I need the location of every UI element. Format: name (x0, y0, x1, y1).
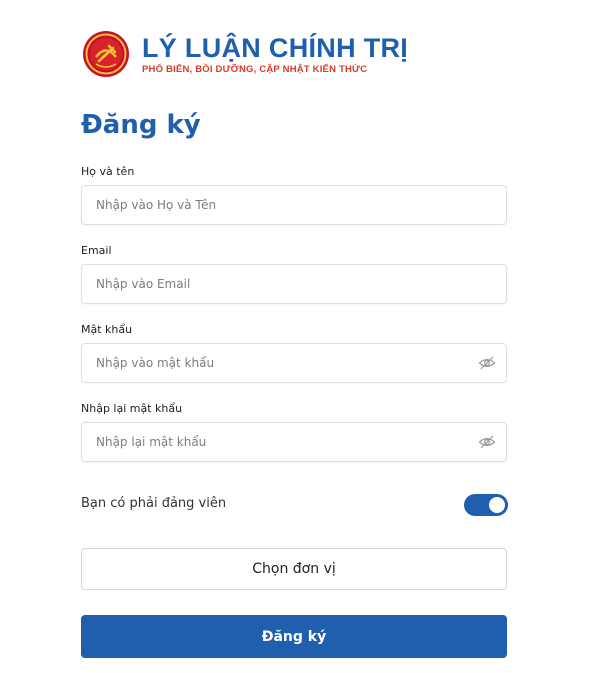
eye-off-icon[interactable] (478, 354, 496, 372)
toggle-knob (489, 497, 505, 513)
emblem-logo-icon (83, 31, 129, 77)
password-label: Mật khẩu (81, 323, 133, 336)
page-title: Đăng ký (81, 110, 201, 140)
brand-subtitle: PHỔ BIẾN, BỒI DƯỠNG, CẬP NHẬT KIẾN THỨC (142, 64, 368, 75)
email-input[interactable] (81, 264, 507, 304)
full-name-label: Họ và tên (81, 165, 135, 178)
register-button[interactable]: Đăng ký (81, 615, 507, 658)
email-label: Email (81, 244, 112, 257)
eye-off-icon[interactable] (478, 433, 496, 451)
brand-header: LÝ LUẬN CHÍNH TRỊ PHỔ BIẾN, BỒI DƯỠNG, C… (82, 30, 408, 78)
party-member-toggle[interactable] (464, 494, 508, 516)
brand-title: LÝ LUẬN CHÍNH TRỊ (142, 33, 409, 63)
full-name-input[interactable] (81, 185, 507, 225)
confirm-password-label: Nhập lại mật khẩu (81, 402, 183, 415)
select-unit-button[interactable]: Chọn đơn vị (81, 548, 507, 590)
confirm-password-input[interactable] (81, 422, 507, 462)
register-page: LÝ LUẬN CHÍNH TRỊ PHỔ BIẾN, BỒI DƯỠNG, C… (0, 0, 600, 673)
party-member-label: Bạn có phải đảng viên (81, 496, 227, 511)
password-input[interactable] (81, 343, 507, 383)
